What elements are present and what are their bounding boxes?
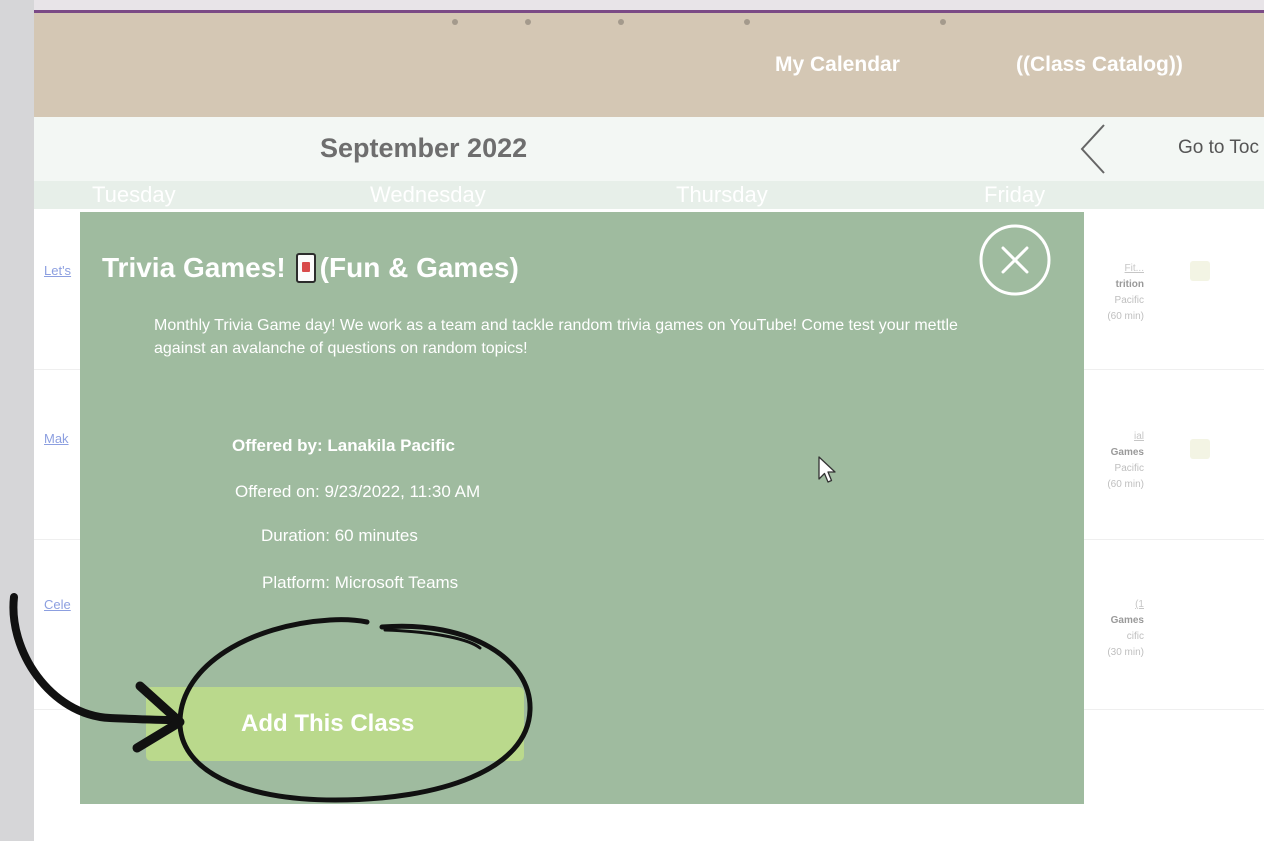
- nav-my-calendar[interactable]: My Calendar: [775, 53, 900, 77]
- weekday-label: Wednesday: [370, 182, 486, 207]
- event-duration: (30 min): [1107, 647, 1144, 658]
- nav-dot: [618, 19, 624, 25]
- event-duration: (60 min): [1107, 479, 1144, 490]
- offered-by: Offered by: Lanakila Pacific: [232, 436, 455, 455]
- nav-dot: [525, 19, 531, 25]
- event-marker: [1190, 261, 1210, 281]
- add-button-label: Add This Class: [241, 710, 415, 737]
- weekday-header-row: Tuesday Wednesday Thursday Friday: [34, 181, 1264, 209]
- calendar-event-card[interactable]: (1 Games cific (30 min): [1084, 597, 1144, 661]
- calendar-event-card[interactable]: ial Games Pacific (60 min): [1084, 429, 1144, 493]
- weekday-label: Tuesday: [92, 182, 176, 207]
- calendar-event-link[interactable]: Mak: [44, 431, 69, 446]
- modal-title-text: Trivia Games!: [102, 252, 286, 283]
- mouse-cursor-icon: [818, 456, 836, 483]
- event-provider: Pacific: [1114, 463, 1144, 474]
- nav-dot: [452, 19, 458, 25]
- month-header: September 2022 Go to Toc: [34, 117, 1264, 181]
- event-marker: [1190, 439, 1210, 459]
- event-duration: (60 min): [1107, 311, 1144, 322]
- platform: Platform: Microsoft Teams: [262, 573, 459, 592]
- event-category: Games: [1110, 615, 1144, 626]
- month-title: September 2022: [320, 133, 528, 163]
- event-provider: cific: [1126, 631, 1144, 642]
- event-category: trition: [1115, 279, 1144, 290]
- event-title: ial: [1133, 431, 1144, 442]
- offered-on: Offered on: 9/23/2022, 11:30 AM: [235, 482, 481, 501]
- nav-dot: [940, 19, 946, 25]
- modal-title: Trivia Games! (Fun & Games): [102, 252, 519, 284]
- close-icon[interactable]: [978, 223, 1052, 297]
- playing-card-icon: [295, 253, 316, 283]
- calendar-event-link[interactable]: Cele: [44, 597, 71, 612]
- weekday-label: Thursday: [676, 182, 768, 207]
- event-provider: Pacific: [1114, 295, 1144, 306]
- calendar-event-card[interactable]: Fit... trition Pacific (60 min): [1084, 261, 1144, 325]
- top-nav-bar: My Calendar ((Class Catalog)): [34, 13, 1264, 117]
- add-this-class-button[interactable]: Add This Class: [146, 687, 524, 761]
- nav-class-catalog[interactable]: ((Class Catalog)): [1016, 53, 1183, 77]
- event-title: (1: [1135, 599, 1144, 610]
- top-accent-strip: [34, 0, 1264, 13]
- nav-dot: [744, 19, 750, 25]
- class-details-modal: Trivia Games! (Fun & Games) Monthly Triv…: [80, 212, 1084, 804]
- app-window: My Calendar ((Class Catalog)) September …: [34, 0, 1264, 841]
- weekday-label: Friday: [984, 182, 1046, 207]
- event-title: Fit...: [1124, 263, 1144, 274]
- class-description: Monthly Trivia Game day! We work as a te…: [154, 317, 958, 357]
- duration: Duration: 60 minutes: [261, 526, 418, 545]
- go-to-today-button[interactable]: Go to Toc: [1178, 137, 1259, 159]
- chevron-left-icon[interactable]: [1078, 123, 1108, 175]
- event-category: Games: [1110, 447, 1144, 458]
- calendar-event-link[interactable]: Let's: [44, 263, 71, 278]
- modal-title-category: (Fun & Games): [319, 252, 519, 283]
